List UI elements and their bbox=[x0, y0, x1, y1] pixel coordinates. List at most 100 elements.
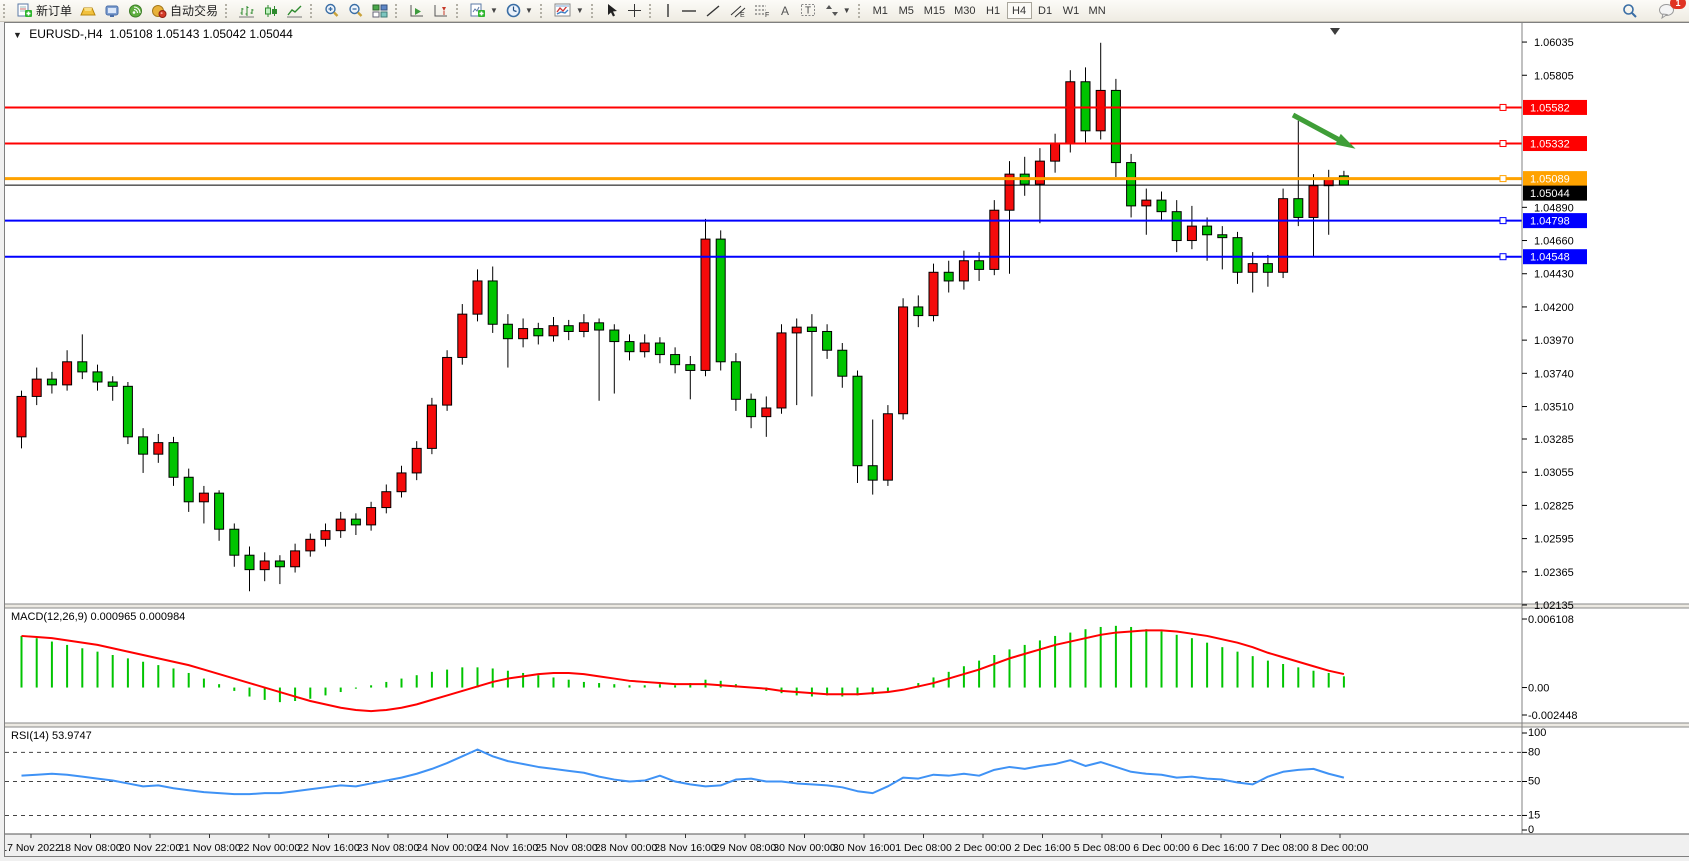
line-chart-button[interactable] bbox=[283, 2, 307, 20]
bull-candle bbox=[1096, 90, 1105, 130]
bull-candle bbox=[154, 443, 163, 455]
bull-candle bbox=[412, 448, 421, 473]
timeframe-button-H1[interactable]: H1 bbox=[981, 2, 1006, 19]
price-tick-label: 1.03740 bbox=[1534, 368, 1574, 380]
bull-candle bbox=[777, 333, 786, 408]
timeframe-button-H4[interactable]: H4 bbox=[1007, 2, 1032, 19]
price-tick-label: 1.03055 bbox=[1534, 467, 1574, 479]
panel-divider[interactable] bbox=[5, 604, 1689, 608]
toolbar-grip[interactable] bbox=[858, 4, 864, 18]
macd-tick-label: 0.006108 bbox=[1528, 614, 1574, 626]
horizontal-line-tool-button[interactable] bbox=[677, 2, 701, 20]
timeframe-button-M1[interactable]: M1 bbox=[868, 2, 893, 19]
horizontal-line-icon bbox=[681, 4, 697, 18]
rsi-tick-label: 100 bbox=[1528, 727, 1546, 739]
time-axis-label: 23 Nov 08:00 bbox=[357, 842, 420, 854]
timeframe-button-W1[interactable]: W1 bbox=[1059, 2, 1084, 19]
market-button[interactable] bbox=[76, 2, 100, 20]
panel-divider[interactable] bbox=[5, 723, 1689, 727]
text-label-tool-button[interactable]: T bbox=[796, 2, 821, 20]
cursor-icon bbox=[605, 3, 619, 18]
cursor-tool-button[interactable] bbox=[601, 2, 623, 20]
bear-candle bbox=[1127, 163, 1136, 206]
price-tick-label: 1.05805 bbox=[1534, 70, 1574, 82]
equidistant-channel-tool-button[interactable]: E bbox=[725, 2, 750, 20]
fibonacci-tool-button[interactable]: F bbox=[750, 2, 775, 20]
auto-scroll-button[interactable] bbox=[405, 2, 429, 20]
timeframe-button-MN[interactable]: MN bbox=[1085, 2, 1110, 19]
search-button[interactable] bbox=[1618, 2, 1642, 20]
timeframe-button-M30[interactable]: M30 bbox=[950, 2, 979, 19]
toolbar-grip[interactable] bbox=[540, 4, 546, 18]
hline-handle[interactable] bbox=[1500, 104, 1506, 110]
toolbar-grip[interactable] bbox=[649, 4, 655, 18]
zoom-in-button[interactable] bbox=[320, 2, 344, 20]
bars-chart-button[interactable] bbox=[235, 2, 259, 20]
tile-windows-button[interactable] bbox=[368, 2, 392, 20]
chart-shift-button[interactable] bbox=[429, 2, 453, 20]
search-icon bbox=[1622, 3, 1638, 19]
new-chart-button[interactable]: ▼ bbox=[466, 2, 502, 20]
toolbar-grip[interactable] bbox=[591, 4, 597, 18]
indicators-icon bbox=[554, 3, 572, 18]
bull-candle bbox=[32, 379, 41, 396]
hline-handle[interactable] bbox=[1500, 176, 1506, 182]
bear-candle bbox=[1157, 200, 1166, 212]
dropdown-caret-icon: ▼ bbox=[843, 6, 851, 15]
new-chart-icon bbox=[470, 3, 486, 18]
timeframe-button-M15[interactable]: M15 bbox=[920, 2, 949, 19]
dropdown-caret-icon: ▼ bbox=[525, 6, 533, 15]
toolbar-grip[interactable] bbox=[310, 4, 316, 18]
autotrading-button[interactable]: 自动交易 bbox=[147, 2, 222, 20]
bull-candle bbox=[959, 261, 968, 281]
bear-candle bbox=[230, 529, 239, 555]
time-axis-label: 22 Nov 00:00 bbox=[238, 842, 301, 854]
bull-candle bbox=[1187, 226, 1196, 240]
text-icon: A bbox=[779, 4, 792, 18]
candlestick-chart-button[interactable] bbox=[259, 2, 283, 20]
signals-button[interactable] bbox=[124, 2, 147, 20]
timeframe-button-M5[interactable]: M5 bbox=[894, 2, 919, 19]
bull-candle bbox=[260, 561, 269, 570]
toolbar-grip[interactable] bbox=[456, 4, 462, 18]
bear-candle bbox=[139, 437, 148, 454]
hline-handle[interactable] bbox=[1500, 254, 1506, 260]
svg-text:F: F bbox=[765, 12, 769, 18]
bear-candle bbox=[671, 355, 680, 365]
chart-title: ▼ EURUSD-,H4 1.05108 1.05143 1.05042 1.0… bbox=[13, 27, 293, 41]
bull-candle bbox=[1035, 161, 1044, 184]
bull-candle bbox=[336, 519, 345, 531]
zoom-in-icon bbox=[324, 3, 340, 18]
new-order-button[interactable]: 新订单 bbox=[13, 2, 76, 20]
toolbar-grip[interactable] bbox=[3, 4, 9, 18]
bear-candle bbox=[655, 343, 664, 355]
trendline-icon bbox=[705, 4, 721, 18]
bull-candle bbox=[1248, 264, 1257, 273]
bear-candle bbox=[1111, 90, 1120, 162]
toolbar-grip[interactable] bbox=[225, 4, 231, 18]
symbol-dropdown-icon[interactable]: ▼ bbox=[13, 30, 22, 40]
indicators-button[interactable]: ▼ bbox=[550, 2, 588, 20]
bull-candle bbox=[427, 405, 436, 448]
toolbar-grip[interactable] bbox=[395, 4, 401, 18]
bear-candle bbox=[686, 365, 695, 371]
vertical-line-tool-button[interactable] bbox=[659, 2, 677, 20]
bear-candle bbox=[488, 281, 497, 324]
trendline-tool-button[interactable] bbox=[701, 2, 725, 20]
time-axis-label: 17 Nov 2022 bbox=[5, 842, 61, 854]
rsi-tick-label: 80 bbox=[1528, 746, 1540, 758]
zoom-out-button[interactable] bbox=[344, 2, 368, 20]
hline-handle[interactable] bbox=[1500, 218, 1506, 224]
arrows-tool-button[interactable]: ▼ bbox=[821, 2, 855, 20]
timeframe-button-D1[interactable]: D1 bbox=[1033, 2, 1058, 19]
periods-clock-button[interactable]: ▼ bbox=[502, 2, 537, 20]
tile-windows-icon bbox=[372, 4, 388, 18]
text-tool-button[interactable]: A bbox=[775, 2, 796, 20]
time-axis-label: 29 Nov 08:00 bbox=[714, 842, 777, 854]
time-axis-label: 1 Dec 08:00 bbox=[895, 842, 952, 854]
crosshair-tool-button[interactable] bbox=[623, 2, 646, 20]
bear-candle bbox=[108, 382, 117, 386]
hline-handle[interactable] bbox=[1500, 141, 1506, 147]
hosting-button[interactable] bbox=[100, 2, 124, 20]
autotrading-label: 自动交易 bbox=[170, 2, 218, 19]
